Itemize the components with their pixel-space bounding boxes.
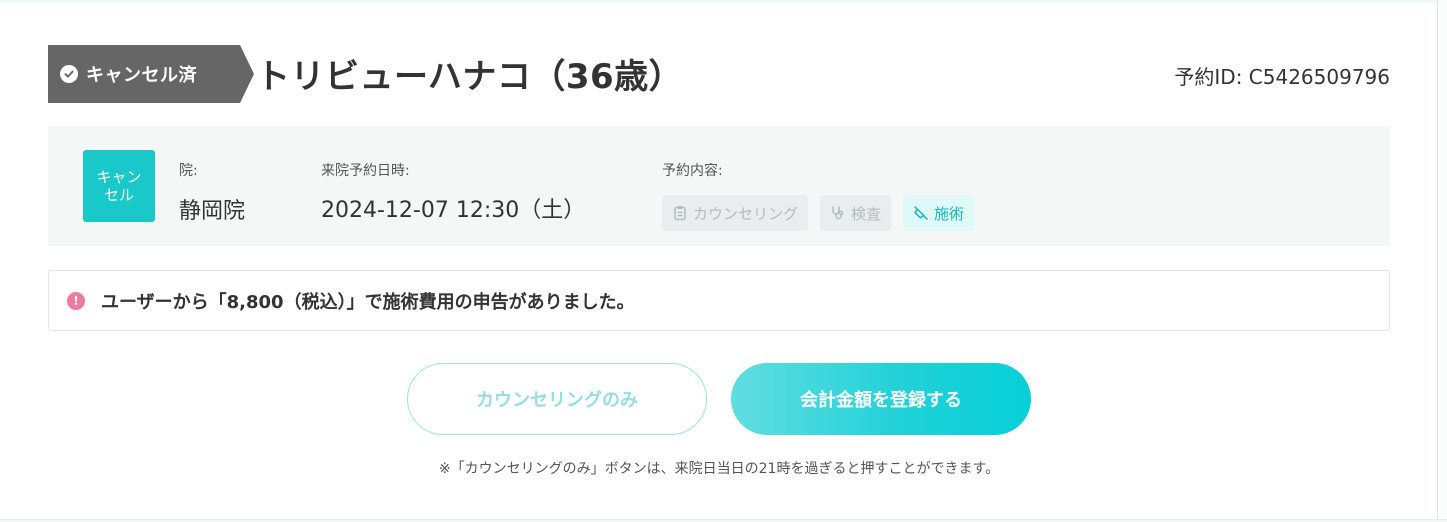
right-scroll-edge bbox=[1437, 0, 1447, 522]
counseling-only-footnote: ※「カウンセリングのみ」ボタンは、来院日当日の21時を過ぎると押すことができます… bbox=[438, 461, 1000, 477]
clinic-label: 院: bbox=[179, 163, 198, 179]
stethoscope-icon bbox=[830, 205, 846, 221]
syringe-icon bbox=[913, 205, 929, 221]
datetime-label: 来院予約日時: bbox=[321, 163, 410, 179]
chip-treatment-label: 施術 bbox=[934, 204, 965, 223]
clipboard-icon bbox=[672, 205, 688, 221]
register-amount-button[interactable]: 会計金額を登録する bbox=[731, 363, 1031, 435]
chip-treatment: 施術 bbox=[903, 195, 975, 231]
status-label: キャンセル済 bbox=[86, 65, 197, 86]
status-tag-cancelled: キャンセル済 bbox=[48, 45, 254, 103]
patient-name: トリビューハナコ（36歳） bbox=[256, 57, 684, 97]
reservation-content-chips: カウンセリング 検査 施術 bbox=[662, 195, 975, 231]
cancel-badge: キャン セル bbox=[83, 150, 155, 222]
datetime-value: 2024-12-07 12:30（土） bbox=[321, 198, 586, 223]
top-divider bbox=[0, 0, 1447, 3]
reservation-info-panel: キャン セル 院: 静岡院 来院予約日時: 2024-12-07 12:30（土… bbox=[48, 126, 1390, 246]
chip-counseling: カウンセリング bbox=[662, 195, 809, 231]
chip-examination-label: 検査 bbox=[851, 204, 882, 223]
check-circle-icon bbox=[60, 65, 78, 83]
alert-icon: ! bbox=[67, 291, 85, 310]
counseling-only-button[interactable]: カウンセリングのみ bbox=[407, 363, 707, 435]
fee-declaration-notice: ! ユーザーから「8,800（税込）」で施術費用の申告がありました。 bbox=[48, 270, 1390, 331]
reservation-header: キャンセル済 トリビューハナコ（36歳） 予約ID: C5426509796 bbox=[48, 45, 1390, 103]
content-label: 予約内容: bbox=[662, 163, 723, 179]
chip-counseling-label: カウンセリング bbox=[693, 204, 799, 223]
reservation-id: 予約ID: C5426509796 bbox=[1174, 65, 1390, 89]
clinic-value: 静岡院 bbox=[179, 199, 246, 224]
notice-text: ユーザーから「8,800（税込）」で施術費用の申告がありました。 bbox=[101, 291, 635, 313]
cancel-badge-line1: キャン bbox=[96, 168, 142, 186]
reservation-card: キャンセル済 トリビューハナコ（36歳） 予約ID: C5426509796 キ… bbox=[0, 0, 1447, 522]
chip-examination: 検査 bbox=[820, 195, 892, 231]
cancel-badge-line2: セル bbox=[103, 186, 134, 204]
